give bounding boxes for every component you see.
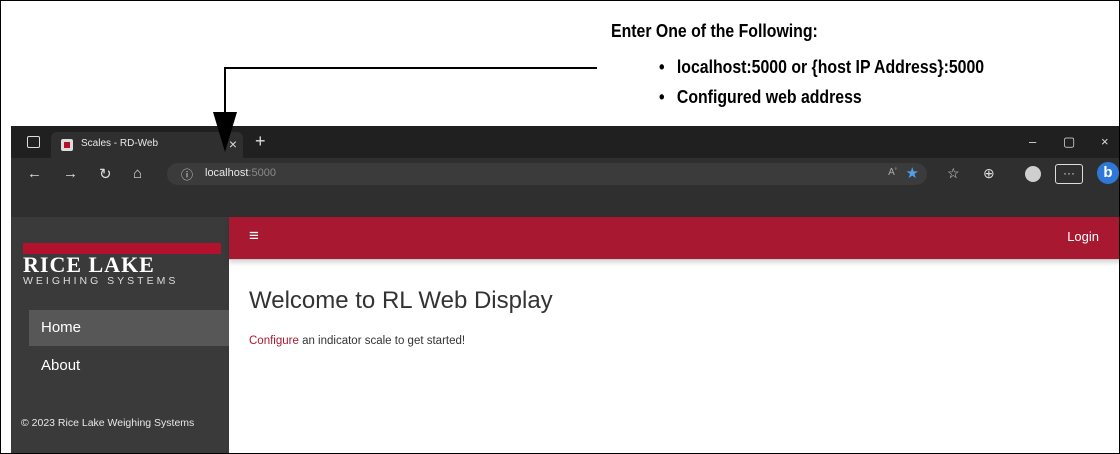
url-host: localhost — [205, 167, 249, 179]
maximize-icon[interactable]: ▢ — [1063, 134, 1075, 150]
menu-icon[interactable]: ≡ — [249, 226, 259, 246]
sidebar: RICE LAKE WEIGHING SYSTEMS Home About © … — [11, 217, 229, 453]
sidebar-item-about[interactable]: About — [29, 348, 229, 384]
callout-leader-line — [224, 67, 597, 69]
callout-arrowhead — [213, 112, 237, 152]
minimize-icon[interactable]: – — [1029, 134, 1036, 149]
tab-bar: Scales - RD-Web × + – ▢ × — [11, 126, 1119, 158]
tab-title: Scales - RD-Web — [81, 138, 159, 149]
callout-bullet: localhost:5000 or {host IP Address}:5000 — [659, 52, 984, 82]
page-title: Welcome to RL Web Display — [249, 287, 553, 314]
rice-lake-logo: RICE LAKE WEIGHING SYSTEMS — [23, 243, 221, 287]
figure-frame: Enter One of the Following: localhost:50… — [0, 0, 1120, 454]
forward-icon[interactable]: → — [63, 165, 78, 182]
new-tab-icon[interactable]: + — [255, 131, 266, 152]
callout-title: Enter One of the Following: — [611, 21, 818, 41]
close-window-icon[interactable]: × — [1101, 134, 1109, 149]
callout-bullet: Configured web address — [659, 82, 984, 112]
read-aloud-icon[interactable]: Aʼ — [888, 167, 897, 178]
favorites-icon[interactable]: ☆ — [947, 165, 960, 182]
collections-icon[interactable]: ⊕ — [983, 165, 995, 182]
configure-link[interactable]: Configure — [249, 335, 299, 347]
login-link[interactable]: Login — [1067, 229, 1099, 244]
logo-tagline: WEIGHING SYSTEMS — [23, 275, 179, 287]
copilot-icon[interactable]: b — [1097, 162, 1119, 184]
url-port: :5000 — [248, 167, 276, 179]
welcome-message: Configure an indicator scale to get star… — [249, 335, 465, 347]
more-options-button[interactable]: ··· — [1055, 164, 1083, 184]
url-text: localhost:5000 — [205, 167, 276, 179]
browser-window: Scales - RD-Web × + – ▢ × ← → ↻ ⌂ ⓘ loca… — [11, 126, 1119, 453]
logo-wordmark: RICE LAKE — [23, 252, 155, 277]
address-row: ← → ↻ ⌂ ⓘ localhost:5000 Aʼ ★ ☆ ⊕ ··· b — [11, 158, 1119, 190]
favorites-bar — [11, 190, 1119, 217]
top-bar: ≡ Login — [229, 217, 1119, 260]
favorite-star-icon[interactable]: ★ — [906, 164, 919, 182]
web-page: RICE LAKE WEIGHING SYSTEMS Home About © … — [11, 217, 1119, 453]
callout-list: localhost:5000 or {host IP Address}:5000… — [659, 52, 1028, 112]
profile-avatar[interactable] — [1025, 166, 1041, 182]
site-info-icon[interactable]: ⓘ — [181, 166, 193, 183]
callout-leader-line — [224, 67, 226, 117]
refresh-icon[interactable]: ↻ — [99, 165, 112, 183]
address-bar[interactable]: ⓘ localhost:5000 Aʼ ★ — [167, 163, 927, 185]
tab-actions-icon[interactable] — [27, 136, 40, 148]
copyright-text: © 2023 Rice Lake Weighing Systems — [21, 417, 195, 429]
home-icon[interactable]: ⌂ — [133, 165, 142, 182]
sidebar-item-home[interactable]: Home — [29, 310, 229, 346]
favicon-icon — [61, 139, 73, 151]
callout: Enter One of the Following: localhost:50… — [611, 21, 1028, 112]
back-icon[interactable]: ← — [27, 165, 42, 182]
message-text: an indicator scale to get started! — [298, 335, 466, 347]
